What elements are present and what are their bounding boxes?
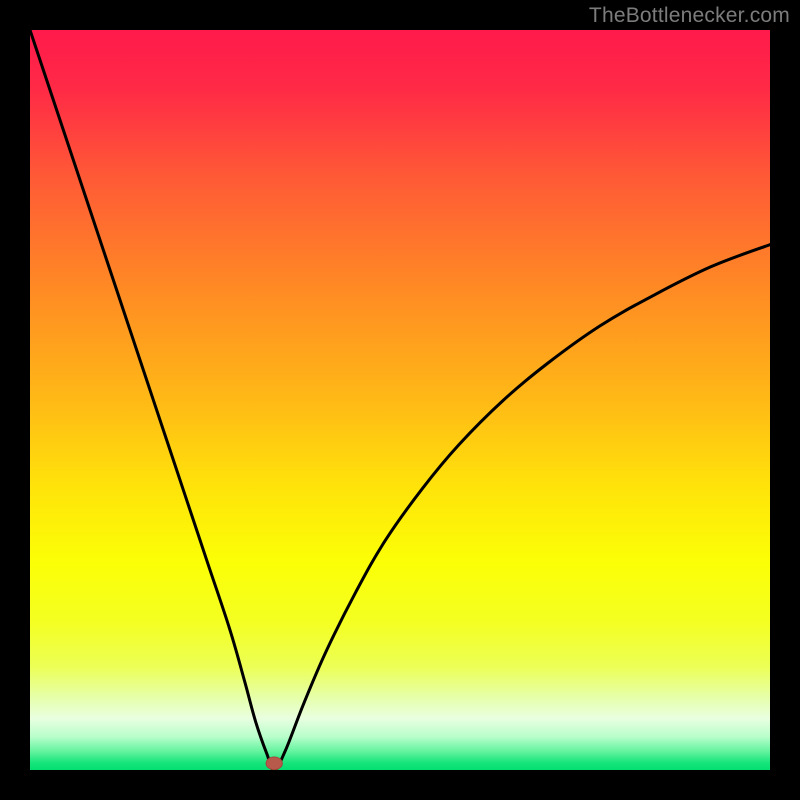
plot-area [30,30,770,770]
watermark-text: TheBottlenecker.com [589,4,790,28]
chart-svg [30,30,770,770]
gradient-background [30,30,770,770]
chart-frame: TheBottlenecker.com [0,0,800,800]
minimum-marker [266,757,282,770]
